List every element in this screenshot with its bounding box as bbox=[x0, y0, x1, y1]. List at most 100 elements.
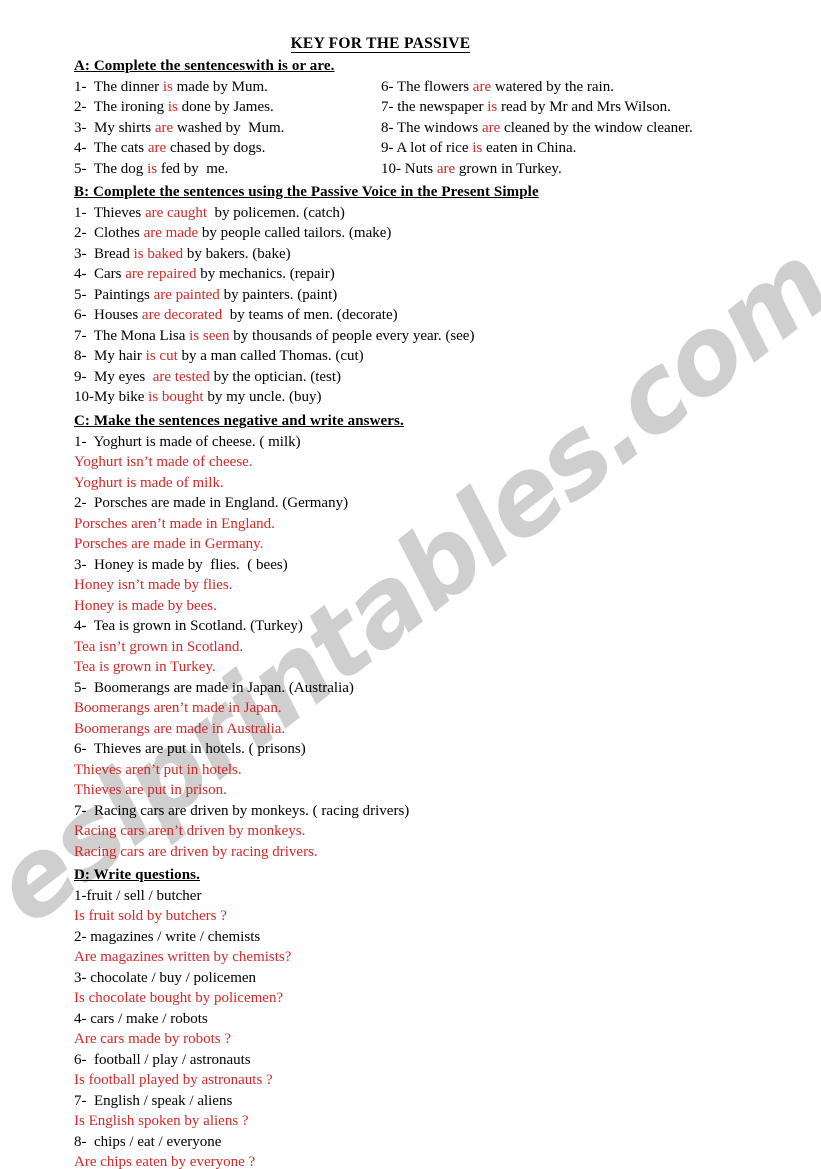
item-answer: is bought bbox=[148, 389, 204, 406]
item-number: 8- bbox=[74, 348, 94, 365]
item-text-after: by policemen. (catch) bbox=[207, 204, 345, 221]
item-answer: are tested bbox=[152, 368, 210, 385]
item-text-after: grown in Turkey. bbox=[455, 160, 562, 177]
item-text-before: My hair bbox=[94, 348, 146, 365]
item-number: 2- bbox=[74, 225, 94, 242]
item-number: 7- bbox=[381, 99, 398, 116]
exercise-answer: Tea isn’t grown in Scotland. bbox=[74, 638, 244, 655]
exercise-item: 4- The cats are chased by dogs. bbox=[74, 138, 381, 159]
item-text-after: by painters. (paint) bbox=[219, 286, 338, 303]
exercise-prompt: 1-fruit / sell / butcher bbox=[74, 887, 202, 904]
item-answer: is cut bbox=[145, 348, 178, 365]
item-text-before: A lot of rice bbox=[396, 140, 473, 157]
item-text-before: the newspaper bbox=[397, 99, 488, 116]
exercise-item: 6- The flowers are watered by the rain. bbox=[381, 77, 821, 98]
exercise-item: 10-My bike is bought by my uncle. (buy) bbox=[74, 387, 821, 408]
item-number: 7- bbox=[74, 327, 94, 344]
item-text-before: Clothes bbox=[94, 225, 144, 242]
item-text-after: done by James. bbox=[177, 99, 274, 116]
exercise-item: 9- A lot of rice is eaten in China. bbox=[381, 138, 821, 159]
exercise-answer: Is chocolate bought by policemen? bbox=[74, 990, 284, 1007]
exercise-answer: Is fruit sold by butchers ? bbox=[74, 908, 227, 925]
exercise-item: 8- The windows are cleaned by the window… bbox=[381, 118, 821, 139]
item-answer: is bbox=[147, 160, 158, 177]
section-a: A: Complete the sentenceswith is or are.… bbox=[0, 53, 821, 179]
item-text-after: by people called tailors. (make) bbox=[198, 225, 392, 242]
exercise-answer: Is English spoken by aliens ? bbox=[74, 1113, 249, 1130]
item-number: 10- bbox=[381, 160, 405, 177]
exercise-answer: Are cars made by robots ? bbox=[74, 1031, 232, 1048]
item-text-after: washed by Mum. bbox=[173, 119, 285, 136]
section-a-columns: 1- The dinner is made by Mum. 2- The iro… bbox=[74, 77, 821, 180]
exercise-item: 1- Thieves are caught by policemen. (cat… bbox=[74, 203, 821, 224]
section-d: D: Write questions. 1-fruit / sell / but… bbox=[0, 862, 821, 1169]
section-c: C: Make the sentences negative and write… bbox=[0, 408, 821, 862]
exercise-item: 7- The Mona Lisa is seen by thousands of… bbox=[74, 326, 821, 347]
item-text-before: The dog bbox=[93, 160, 148, 177]
item-number: 9- bbox=[381, 140, 397, 157]
exercise-answer: Racing cars are driven by racing drivers… bbox=[74, 843, 318, 860]
exercise-prompt: 8- chips / eat / everyone bbox=[74, 1133, 222, 1150]
item-text-after: by teams of men. (decorate) bbox=[222, 307, 398, 324]
item-number: 2- bbox=[74, 99, 94, 116]
section-b: B: Complete the sentences using the Pass… bbox=[0, 179, 821, 408]
exercise-item: 3- Bread is baked by bakers. (bake) bbox=[74, 244, 821, 265]
item-text-after: by my uncle. (buy) bbox=[203, 389, 322, 406]
exercise-answer: Boomerangs aren’t made in Japan. bbox=[74, 700, 282, 717]
section-a-left-column: 1- The dinner is made by Mum. 2- The iro… bbox=[74, 77, 381, 180]
exercise-answer: Honey is made by bees. bbox=[74, 597, 217, 614]
exercise-item: 2- The ironing is done by James. bbox=[74, 97, 381, 118]
exercise-item: 1- The dinner is made by Mum. bbox=[74, 77, 381, 98]
item-text-before: Houses bbox=[94, 307, 142, 324]
item-text-after: made by Mum. bbox=[172, 78, 268, 95]
item-text-before: The flowers bbox=[396, 78, 473, 95]
exercise-item: 2- Clothes are made by people called tai… bbox=[74, 223, 821, 244]
item-number: 5- bbox=[74, 160, 94, 177]
item-number: 3- bbox=[74, 245, 94, 262]
item-answer: are bbox=[472, 78, 492, 95]
item-answer: are repaired bbox=[125, 266, 197, 283]
exercise-item: 8- My hair is cut by a man called Thomas… bbox=[74, 346, 821, 367]
item-number: 9- bbox=[74, 368, 94, 385]
item-answer: are bbox=[147, 140, 167, 157]
exercise-prompt: 3- chocolate / buy / policemen bbox=[74, 969, 257, 986]
item-answer: is bbox=[487, 99, 498, 116]
exercise-prompt: 6- Thieves are put in hotels. ( prisons) bbox=[74, 741, 306, 758]
item-answer: is bbox=[162, 78, 173, 95]
item-text-before: The windows bbox=[396, 119, 482, 136]
exercise-prompt: 1- Yoghurt is made of cheese. ( milk) bbox=[74, 433, 301, 450]
item-text-after: by the optician. (test) bbox=[209, 368, 342, 385]
exercise-answer: Is football played by astronauts ? bbox=[74, 1072, 273, 1089]
item-text-before: My bike bbox=[94, 389, 149, 406]
item-text-before: Paintings bbox=[94, 286, 154, 303]
item-text-after: fed by me. bbox=[157, 160, 229, 177]
item-number: 4- bbox=[74, 140, 94, 157]
exercise-prompt: 7- Racing cars are driven by monkeys. ( … bbox=[74, 802, 410, 819]
item-number: 10- bbox=[74, 389, 94, 406]
item-answer: are caught bbox=[144, 204, 208, 221]
section-c-heading: C: Make the sentences negative and write… bbox=[74, 412, 404, 429]
item-text-after: by thousands of people every year. (see) bbox=[229, 327, 475, 344]
exercise-prompt: 5- Boomerangs are made in Japan. (Austra… bbox=[74, 679, 354, 696]
exercise-answer: Porsches are made in Germany. bbox=[74, 536, 264, 553]
section-b-heading: B: Complete the sentences using the Pass… bbox=[74, 184, 539, 201]
item-answer: is bbox=[472, 140, 483, 157]
exercise-item: 4- Cars are repaired by mechanics. (repa… bbox=[74, 264, 821, 285]
item-number: 6- bbox=[381, 78, 397, 95]
item-answer: are decorated bbox=[141, 307, 223, 324]
item-number: 4- bbox=[74, 266, 94, 283]
item-text-before: My shirts bbox=[94, 119, 155, 136]
item-answer: is baked bbox=[133, 245, 184, 262]
item-text-before: The Mona Lisa bbox=[93, 327, 190, 344]
item-answer: is bbox=[167, 99, 178, 116]
worksheet-page: eslprintables.com KEY FOR THE PASSIVE A:… bbox=[0, 0, 821, 1169]
page-title: KEY FOR THE PASSIVE bbox=[0, 0, 821, 53]
item-text-after: watered by the rain. bbox=[491, 78, 614, 95]
section-d-heading: D: Write questions. bbox=[74, 867, 200, 884]
item-number: 6- bbox=[74, 307, 94, 324]
section-a-heading: A: Complete the sentenceswith is or are. bbox=[74, 58, 335, 74]
exercise-answer: Porsches aren’t made in England. bbox=[74, 515, 275, 532]
item-text-after: read by Mr and Mrs Wilson. bbox=[497, 99, 671, 116]
item-answer: are bbox=[154, 119, 174, 136]
item-text-before: The ironing bbox=[93, 99, 168, 116]
